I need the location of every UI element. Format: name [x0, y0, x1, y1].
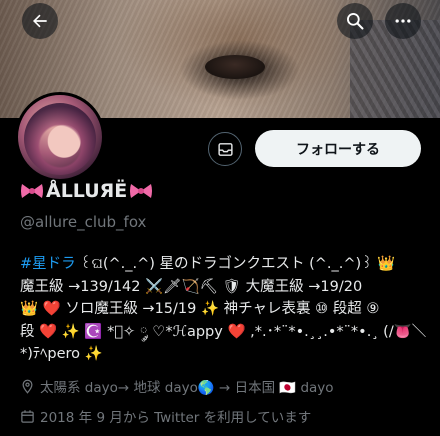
- search-button[interactable]: [337, 3, 373, 39]
- profile-bio: #星ドラ ꒰ଘ(^._.^) 星のドラゴンクエスト (^._.^)꒱ 👑 魔王級…: [20, 253, 428, 366]
- calendar-icon: [21, 409, 34, 423]
- profile-location: 太陽系 dayo→ 地球 dayo🌎 → 日本国 🇯🇵 dayo: [20, 376, 334, 396]
- more-button[interactable]: [385, 3, 421, 39]
- joined-text: 2018 年 9 月から Twitter を利用しています: [40, 410, 312, 426]
- bio-line: *)ﾃﾍpero ✨: [20, 346, 103, 362]
- avatar[interactable]: [15, 92, 105, 182]
- hashtag-link[interactable]: #星ドラ: [20, 256, 76, 272]
- back-button[interactable]: [22, 3, 58, 39]
- follow-button[interactable]: フォローする: [255, 130, 421, 167]
- user-handle: @allure_club_fox: [20, 213, 147, 231]
- display-name-text: ÅLLUЯË: [46, 180, 128, 202]
- ribbon-bow-icon: [130, 184, 153, 198]
- bio-text: ꒰ଘ(^._.^) 星のドラゴンクエスト (^._.^)꒱ 👑: [75, 256, 396, 272]
- banner-animal-nose: [205, 55, 265, 79]
- display-name: ÅLLUЯË: [20, 180, 153, 202]
- arrow-left-icon: [33, 14, 47, 28]
- profile-page: フォローする ÅLLUЯË @allure_club_fox #星ドラ ꒰ଘ(^…: [0, 0, 440, 436]
- profile-joined-date: 2018 年 9 月から Twitter を利用しています: [20, 406, 311, 426]
- location-pin-icon: [22, 379, 33, 394]
- search-icon: [347, 13, 364, 30]
- envelope-icon: [217, 142, 233, 156]
- avatar-portrait: [24, 103, 96, 175]
- bio-line: 段 ❤️ ✨ ☪️ *゚✧ ༘ ♡*ℋappy ❤️ ,*.･*¨*•.¸¸.•…: [20, 323, 427, 340]
- bio-line: 魔王級 →139/142 ⚔️🗡🏹⛏ 🛡 大魔王級 →19/20: [20, 278, 363, 295]
- location-text: 太陽系 dayo→ 地球 dayo🌎 → 日本国 🇯🇵 dayo: [40, 380, 334, 396]
- message-button[interactable]: [208, 132, 242, 166]
- bio-line: #星ドラ ꒰ଘ(^._.^) 星のドラゴンクエスト (^._.^)꒱ 👑: [20, 253, 428, 276]
- bio-line: 👑 ❤️ ソロ魔王級 →15/19 ✨ 神チャレ表裏 ⑩ 段超 ⑨: [20, 301, 380, 317]
- more-dots-icon: [395, 19, 411, 23]
- ribbon-bow-icon: [21, 184, 43, 198]
